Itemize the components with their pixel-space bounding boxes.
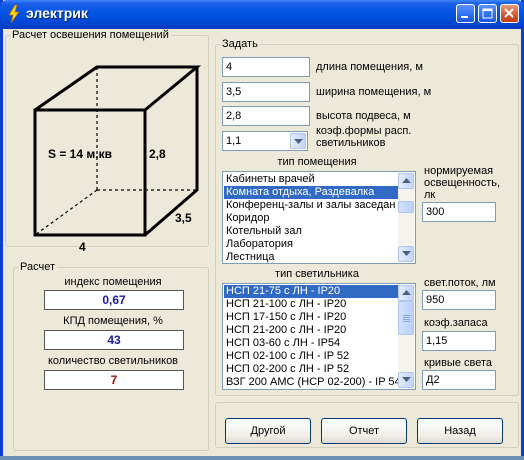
norm-illuminance-label-line2: освещенность, (424, 177, 501, 189)
close-button[interactable] (500, 4, 519, 23)
reserve-coefficient-input[interactable]: 1,15 (422, 331, 496, 351)
room-index-label: индекс помещения (64, 276, 162, 288)
list-item[interactable]: НСП 02-100 с ЛН - IP 52 (224, 350, 398, 363)
norm-illuminance-label-line3: лк (424, 189, 436, 201)
maximize-button[interactable] (478, 4, 497, 23)
luminaire-type-scroll-thumb[interactable] (398, 301, 414, 335)
suspension-height-label: высота подвеса, м (316, 110, 411, 122)
list-item[interactable]: Лестница (224, 251, 398, 263)
room-type-scrollbar[interactable] (398, 173, 414, 262)
norm-illuminance-label-line1: нормируемая (424, 165, 494, 177)
room-width-input[interactable]: 3,5 (222, 82, 310, 102)
list-item[interactable]: Кабинеты врачей (224, 173, 398, 186)
efficiency-value: 43 (44, 330, 184, 350)
minimize-button[interactable] (456, 4, 475, 23)
room-height-dimension: 2,8 (149, 147, 166, 161)
title-bar[interactable]: электрик (0, 0, 524, 29)
chevron-up-icon (402, 290, 411, 295)
list-item[interactable]: Коридор (224, 212, 398, 225)
list-item[interactable]: Лаборатория (224, 238, 398, 251)
chevron-down-icon (402, 377, 411, 382)
form-coefficient-select[interactable]: 1,1 (222, 131, 308, 151)
list-item[interactable]: НСП 21-200 с ЛН - IP20 (224, 324, 398, 337)
list-item[interactable]: НСП 21-100 с ЛН - IP20 (224, 298, 398, 311)
chevron-down-icon (294, 139, 303, 144)
scroll-down-button[interactable] (398, 372, 414, 388)
luminaire-type-items: НСП 21-75 с ЛН - IP20 НСП 21-100 с ЛН - I… (224, 285, 398, 389)
input-group-legend: Задать (222, 38, 258, 50)
window-title: электрик (26, 5, 88, 21)
form-coefficient-label-line2: светильников (316, 137, 386, 149)
chevron-down-icon (402, 251, 411, 256)
close-icon (504, 8, 514, 18)
room-index-value: 0,67 (44, 290, 184, 310)
luminous-flux-label: свет.поток, лм (424, 277, 496, 289)
room-type-items: Кабинеты врачей Комната отдыха, Раздевалк… (224, 173, 398, 263)
efficiency-label: КПД помещения, % (63, 315, 163, 327)
main-window: электрик Расчет освешения помещений S = … (0, 0, 524, 456)
luminaire-count-label: количество светильников (47, 355, 179, 367)
list-item[interactable]: Комната отдыха, Раздевалка (224, 186, 398, 199)
luminaire-type-label: тип светильника (275, 268, 359, 280)
lightning-icon (8, 5, 20, 23)
room-length-dimension: 4 (79, 240, 86, 254)
list-item[interactable]: Котельный зал (224, 225, 398, 238)
results-group-legend: Расчет (20, 261, 55, 273)
chevron-up-icon (402, 178, 411, 183)
list-item[interactable]: НСП 02-200 с ЛН - IP 52 (224, 363, 398, 376)
list-item[interactable]: ВЗГ 200 АМС (НСР 02-200) - IP 54 (224, 376, 398, 389)
room-type-label: тип помещения (277, 156, 357, 168)
room-width-label: ширина помещения, м (316, 86, 432, 98)
minimize-icon (461, 16, 468, 18)
form-coefficient-dropdown-button[interactable] (290, 133, 306, 149)
list-item[interactable]: НСП 21-75 с ЛН - IP20 (224, 285, 398, 298)
room-length-input[interactable]: 4 (222, 57, 310, 77)
other-button[interactable]: Другой (225, 418, 311, 444)
list-item[interactable]: Конференц-залы и залы заседан (224, 199, 398, 212)
scroll-up-button[interactable] (398, 173, 414, 189)
form-coefficient-value: 1,1 (226, 135, 242, 147)
report-button[interactable]: Отчет (321, 418, 407, 444)
light-curve-input[interactable]: Д2 (422, 370, 496, 390)
back-button[interactable]: Назад (417, 418, 503, 444)
light-curve-label: кривые света (424, 357, 493, 369)
room-area-label: S = 14 м.кв (48, 147, 112, 161)
form-coefficient-label-line1: коэф.формы расп. (316, 125, 412, 137)
luminaire-count-value: 7 (44, 370, 184, 390)
reserve-coefficient-label: коэф.запаса (424, 317, 488, 329)
scroll-down-button[interactable] (398, 246, 414, 262)
room-group-legend: Расчет освешения помещений (12, 29, 169, 41)
scroll-up-button[interactable] (398, 285, 414, 301)
luminaire-type-scrollbar[interactable] (398, 285, 414, 388)
norm-illuminance-input[interactable]: 300 (422, 202, 496, 222)
maximize-icon (482, 8, 493, 19)
list-item[interactable]: НСП 17-150 с ЛН - IP20 (224, 311, 398, 324)
room-length-label: длина помещения, м (316, 61, 423, 73)
room-type-scroll-thumb[interactable] (398, 201, 414, 213)
luminaire-type-listbox[interactable]: НСП 21-75 с ЛН - IP20 НСП 21-100 с ЛН - I… (222, 283, 416, 390)
luminous-flux-input[interactable]: 950 (422, 290, 496, 310)
suspension-height-input[interactable]: 2,8 (222, 106, 310, 126)
list-item[interactable]: НСП 03-60 с ЛН - IP54 (224, 337, 398, 350)
room-type-listbox[interactable]: Кабинеты врачей Комната отдыха, Раздевалк… (222, 171, 416, 264)
room-width-dimension: 3,5 (175, 211, 192, 225)
